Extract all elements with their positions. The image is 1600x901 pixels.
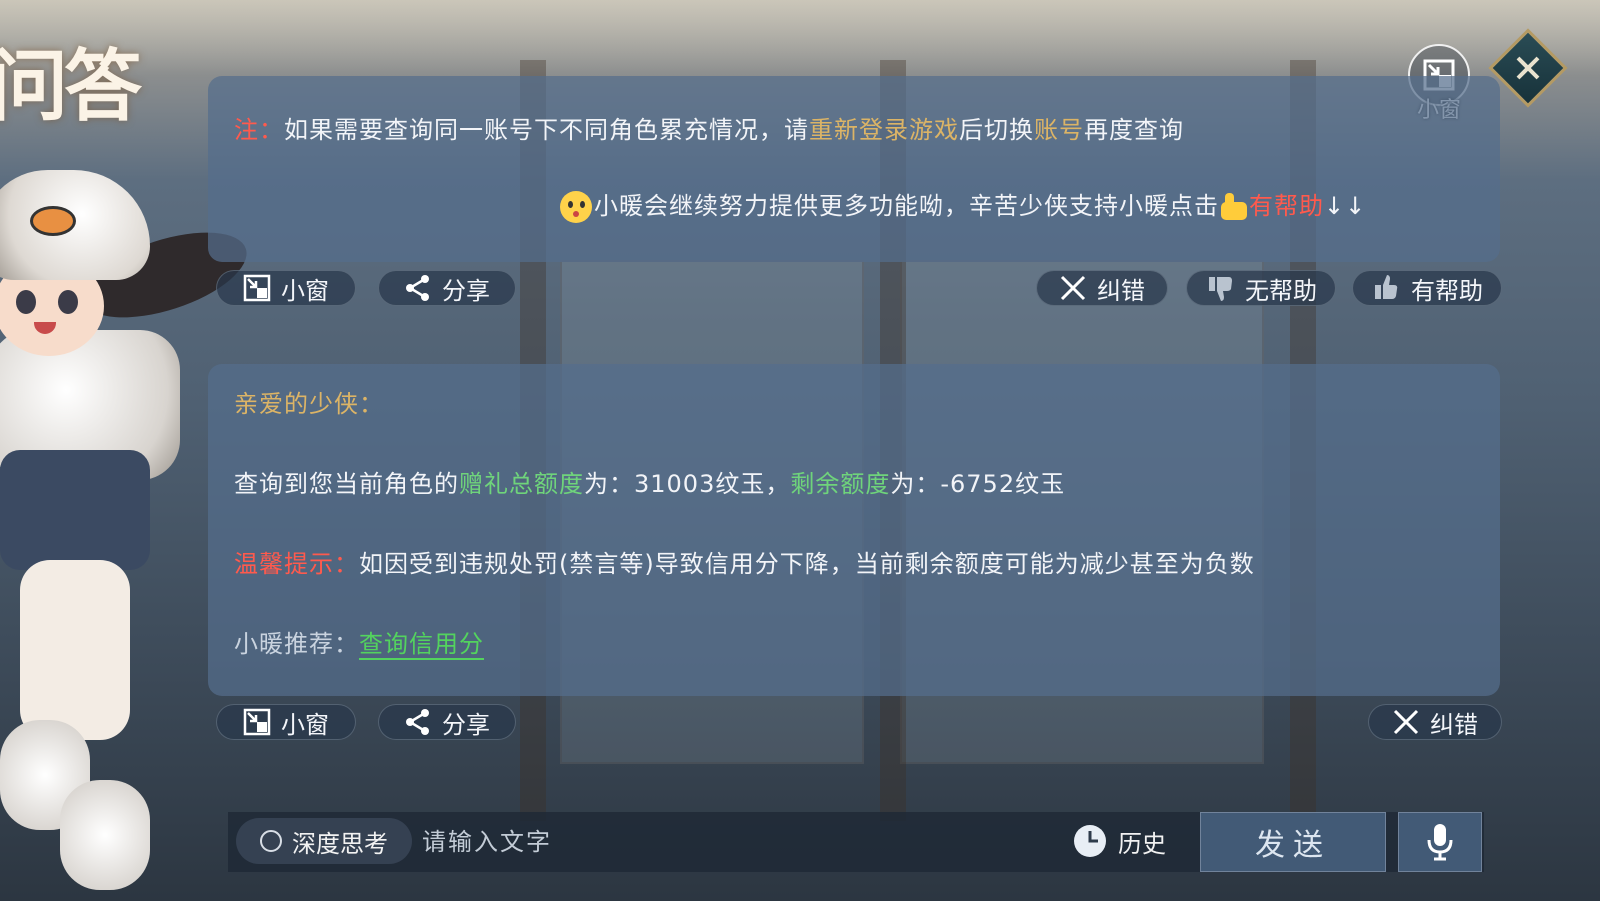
close-x-icon: [1060, 275, 1086, 301]
character-eye: [58, 290, 78, 314]
quota-prefix: 查询到您当前角色的: [234, 470, 459, 498]
mascot-character-illustration: [0, 160, 257, 900]
remaining-value: 为：-6752纹玉: [890, 470, 1066, 498]
correct-error-button[interactable]: 纠错: [1036, 270, 1168, 306]
radio-circle-icon: [260, 830, 282, 852]
note-text: 如果需要查询同一账号下不同角色累充情况，请: [284, 116, 809, 144]
top-banner: [0, 0, 1600, 76]
gift-total-label: 赠礼总额度: [459, 470, 584, 498]
note-text: 后切换: [959, 116, 1034, 144]
close-x-icon: [1393, 709, 1419, 735]
note-line: 注：如果需要查询同一账号下不同角色累充情况，请重新登录游戏后切换账号再度查询: [234, 110, 1184, 145]
minimize-window-icon: [243, 708, 271, 736]
helpful-label: 有帮助: [1411, 276, 1483, 305]
voice-input-button[interactable]: [1398, 812, 1482, 872]
thumbs-up-icon: [1375, 275, 1398, 299]
mini-window-button-label: 小窗: [281, 276, 329, 305]
character-mouth: [34, 322, 56, 334]
send-button[interactable]: 发送: [1200, 812, 1386, 872]
share-icon: [406, 709, 429, 735]
character-torso: [0, 450, 150, 570]
close-button[interactable]: [1488, 28, 1568, 108]
share-button-label: 分享: [442, 276, 490, 305]
answer-bubble-1: 注：如果需要查询同一账号下不同角色累充情况，请重新登录游戏后切换账号再度查询 小…: [208, 76, 1500, 262]
mini-window-button[interactable]: 小窗: [216, 704, 356, 740]
greeting: 亲爱的少侠：: [234, 390, 384, 418]
helpful-button[interactable]: 有帮助: [1352, 270, 1502, 306]
query-credit-score-link[interactable]: 查询信用分: [359, 630, 484, 658]
unhelpful-label: 无帮助: [1245, 276, 1317, 305]
recommend-line: 小暖推荐：查询信用分: [234, 624, 484, 659]
note-prefix: 注：: [234, 116, 284, 144]
recommend-label: 小暖推荐：: [234, 630, 359, 658]
message-input[interactable]: [420, 818, 1064, 866]
close-x-icon: [1516, 56, 1540, 80]
character-legs: [20, 560, 130, 740]
character-boot: [60, 780, 150, 890]
down-arrows: ↓↓: [1324, 192, 1367, 220]
correct-error-label: 纠错: [1097, 276, 1145, 305]
emoji-icon: [560, 191, 592, 223]
thumbs-down-icon: [1209, 277, 1232, 301]
tip-line: 温馨提示：如因受到违规处罚(禁言等)导致信用分下降，当前剩余额度可能为减少甚至为…: [234, 544, 1255, 579]
share-button[interactable]: 分享: [378, 704, 516, 740]
note-text: 再度查询: [1084, 116, 1184, 144]
relogin-highlight: 重新登录游戏: [809, 116, 959, 144]
support-text: 小暖会继续努力提供更多功能呦，辛苦少侠支持小暖点击: [594, 192, 1219, 220]
correct-error-button[interactable]: 纠错: [1368, 704, 1502, 740]
answer-bubble-2: 亲爱的少侠： 查询到您当前角色的赠礼总额度为：31003纹玉，剩余额度为：-67…: [208, 364, 1500, 696]
tip-label: 温馨提示：: [234, 550, 359, 578]
gift-total-value: 为：31003纹玉，: [584, 470, 791, 498]
remaining-label: 剩余额度: [790, 470, 891, 498]
character-tiger-hat: [0, 170, 150, 280]
correct-error-label: 纠错: [1430, 710, 1478, 739]
share-button-label: 分享: [442, 710, 490, 739]
microphone-icon: [1427, 824, 1453, 861]
deep-think-label: 深度思考: [292, 829, 388, 858]
thumbs-up-emoji-icon: [1219, 192, 1249, 222]
helpful-highlight: 有帮助: [1249, 192, 1324, 220]
deep-think-toggle[interactable]: 深度思考: [236, 818, 412, 864]
share-button[interactable]: 分享: [378, 270, 516, 306]
quota-line: 查询到您当前角色的赠礼总额度为：31003纹玉，剩余额度为：-6752纹玉: [234, 464, 1065, 499]
mini-window-button[interactable]: 小窗: [216, 270, 356, 306]
clock-icon: [1074, 825, 1106, 857]
hat-emblem: [30, 206, 76, 236]
tip-text: 如因受到违规处罚(禁言等)导致信用分下降，当前剩余额度可能为减少甚至为负数: [359, 550, 1255, 578]
account-highlight: 账号: [1034, 116, 1084, 144]
character-eye: [16, 290, 36, 314]
history-label: 历史: [1118, 829, 1166, 858]
history-button[interactable]: 历史: [1072, 818, 1182, 864]
mini-window-button-label: 小窗: [281, 710, 329, 739]
unhelpful-button[interactable]: 无帮助: [1186, 270, 1336, 306]
qa-title-logo: 问答: [0, 41, 142, 132]
share-icon: [406, 275, 429, 301]
minimize-window-icon: [243, 274, 271, 302]
support-line: 小暖会继续努力提供更多功能呦，辛苦少侠支持小暖点击 有帮助↓↓: [560, 186, 1366, 223]
